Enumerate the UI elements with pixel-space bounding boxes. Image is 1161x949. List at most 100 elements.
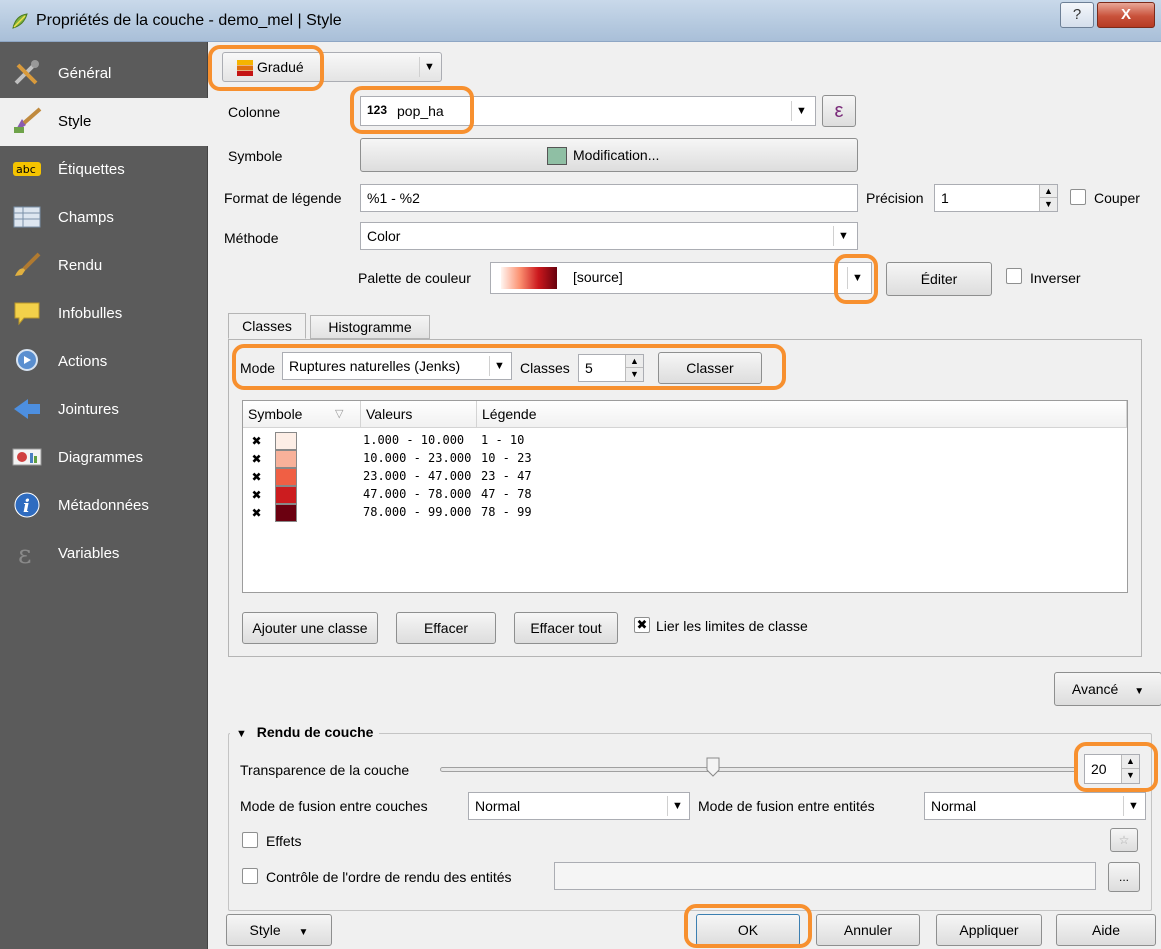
sidebar-item-variables[interactable]: ε Variables — [0, 530, 208, 578]
info-icon: i — [12, 491, 42, 519]
transparency-slider[interactable] — [440, 767, 1076, 772]
classes-count-input[interactable]: 5 ▲ ▼ — [578, 354, 644, 382]
help-button[interactable]: Aide — [1056, 914, 1156, 946]
title-bar: Propriétés de la couche - demo_mel | Sty… — [0, 0, 1161, 42]
sidebar-item-label: Étiquettes — [58, 161, 125, 178]
render-order-ellipsis-button[interactable]: ... — [1108, 862, 1140, 892]
sidebar-item-jointures[interactable]: Jointures — [0, 386, 208, 434]
expression-button[interactable]: ε — [822, 95, 856, 127]
sidebar-item-rendu[interactable]: Rendu — [0, 242, 208, 290]
edit-ramp-button[interactable]: Éditer — [886, 262, 992, 296]
row-legend[interactable]: 47 - 78 — [481, 487, 532, 501]
row-visible-checkbox[interactable]: ✖ — [250, 471, 263, 484]
color-ramp-select[interactable]: [source] ▼ — [490, 262, 872, 294]
transparency-spinner[interactable]: ▲ ▼ — [1121, 755, 1139, 783]
delete-all-button[interactable]: Effacer tout — [514, 612, 618, 644]
row-values[interactable]: 23.000 - 47.000 — [363, 469, 471, 483]
classes-table[interactable]: Symbole ▽ Valeurs Légende ✖ 1.000 - 10.00… — [242, 400, 1128, 593]
help-window-button[interactable]: ? — [1060, 2, 1094, 28]
add-class-button[interactable]: Ajouter une classe — [242, 612, 378, 644]
transparency-slider-handle[interactable] — [706, 757, 720, 777]
chevron-down-icon: ▼ — [1134, 686, 1145, 697]
delete-class-button[interactable]: Effacer — [396, 612, 496, 644]
row-visible-checkbox[interactable]: ✖ — [250, 435, 263, 448]
precision-value: 1 — [941, 190, 949, 206]
actions-gear-icon — [12, 347, 42, 375]
tab-classes[interactable]: Classes — [228, 313, 306, 339]
sort-indicator-icon: ▽ — [335, 408, 344, 420]
row-values[interactable]: 10.000 - 23.000 — [363, 451, 471, 465]
sidebar-item-diagrammes[interactable]: Diagrammes — [0, 434, 208, 482]
table-row[interactable]: ✖ 23.000 - 47.000 23 - 47 — [243, 468, 1127, 486]
row-color-swatch[interactable] — [275, 432, 297, 450]
layer-rendering-title: Rendu de couche — [256, 724, 374, 740]
tab-histogram[interactable]: Histogramme — [310, 315, 430, 339]
table-row[interactable]: ✖ 1.000 - 10.000 1 - 10 — [243, 432, 1127, 450]
invert-checkbox[interactable] — [1006, 268, 1022, 284]
sidebar-item-champs[interactable]: Champs — [0, 194, 208, 242]
apply-button[interactable]: Appliquer — [936, 914, 1042, 946]
legend-format-input[interactable]: %1 - %2 — [360, 184, 858, 212]
advanced-menu-button[interactable]: Avancé ▼ — [1054, 672, 1161, 706]
svg-text:abc: abc — [16, 163, 36, 176]
layer-blend-select[interactable]: Normal ▼ — [468, 792, 690, 820]
sidebar-item-actions[interactable]: Actions — [0, 338, 208, 386]
row-legend[interactable]: 23 - 47 — [481, 469, 532, 483]
style-menu-button[interactable]: Style ▼ — [226, 914, 332, 946]
column-header-values[interactable]: Valeurs — [361, 401, 477, 428]
row-color-swatch[interactable] — [275, 486, 297, 504]
renderer-select[interactable]: Gradué ▼ — [222, 52, 442, 82]
sidebar-item-style[interactable]: Style — [0, 98, 208, 146]
symbol-modify-button[interactable]: Modification... — [360, 138, 858, 172]
mode-select[interactable]: Ruptures naturelles (Jenks) ▼ — [282, 352, 512, 380]
precision-spinner[interactable]: ▲ ▼ — [1039, 185, 1057, 211]
column-header-symbol[interactable]: Symbole ▽ — [243, 401, 361, 428]
sidebar-item-label: Jointures — [58, 401, 119, 418]
layer-rendering-header[interactable]: ▼ Rendu de couche — [230, 724, 380, 740]
row-legend[interactable]: 1 - 10 — [481, 433, 524, 447]
sidebar-item-etiquettes[interactable]: abc Étiquettes — [0, 146, 208, 194]
column-select[interactable]: 123 pop_ha ▼ — [360, 96, 816, 126]
column-header-legend[interactable]: Légende — [477, 401, 1127, 428]
sidebar-item-general[interactable]: Général — [0, 50, 208, 98]
trim-checkbox[interactable] — [1070, 189, 1086, 205]
sidebar-item-infobulles[interactable]: Infobulles — [0, 290, 208, 338]
classify-button[interactable]: Classer — [658, 352, 762, 384]
row-legend[interactable]: 78 - 99 — [481, 505, 532, 519]
method-select[interactable]: Color ▼ — [360, 222, 858, 250]
close-window-button[interactable]: X — [1097, 2, 1155, 28]
ok-button[interactable]: OK — [696, 914, 800, 946]
layer-blend-value: Normal — [475, 798, 521, 814]
chevron-down-icon: ▼ — [419, 57, 439, 77]
classes-spinner[interactable]: ▲ ▼ — [625, 355, 643, 381]
feature-blend-select[interactable]: Normal ▼ — [924, 792, 1146, 820]
effects-label: Effets — [266, 833, 302, 849]
row-color-swatch[interactable] — [275, 450, 297, 468]
effects-checkbox[interactable] — [242, 832, 258, 848]
precision-input[interactable]: 1 ▲ ▼ — [934, 184, 1058, 212]
palette-label: Palette de couleur — [358, 270, 471, 286]
link-class-bounds-checkbox[interactable]: ✖ — [634, 617, 650, 633]
row-visible-checkbox[interactable]: ✖ — [250, 453, 263, 466]
feature-blend-label: Mode de fusion entre entités — [698, 798, 875, 814]
table-row[interactable]: ✖ 47.000 - 78.000 47 - 78 — [243, 486, 1127, 504]
row-color-swatch[interactable] — [275, 504, 297, 522]
render-order-checkbox[interactable] — [242, 868, 258, 884]
transparency-input[interactable]: 20 ▲ ▼ — [1084, 754, 1140, 784]
effects-star-icon[interactable]: ☆ — [1110, 828, 1138, 852]
row-legend[interactable]: 10 - 23 — [481, 451, 532, 465]
row-visible-checkbox[interactable]: ✖ — [250, 507, 263, 520]
sidebar-item-metadonnees[interactable]: i Métadonnées — [0, 482, 208, 530]
table-row[interactable]: ✖ 10.000 - 23.000 10 - 23 — [243, 450, 1127, 468]
column-value: pop_ha — [397, 103, 444, 119]
cancel-button[interactable]: Annuler — [816, 914, 920, 946]
row-color-swatch[interactable] — [275, 468, 297, 486]
chevron-down-icon: ▼ — [489, 356, 509, 376]
row-values[interactable]: 78.000 - 99.000 — [363, 505, 471, 519]
table-row[interactable]: ✖ 78.000 - 99.000 78 - 99 — [243, 504, 1127, 522]
row-values[interactable]: 47.000 - 78.000 — [363, 487, 471, 501]
row-values[interactable]: 1.000 - 10.000 — [363, 433, 464, 447]
sidebar-item-label: Rendu — [58, 257, 103, 274]
row-visible-checkbox[interactable]: ✖ — [250, 489, 263, 502]
trim-label: Couper — [1094, 190, 1140, 206]
